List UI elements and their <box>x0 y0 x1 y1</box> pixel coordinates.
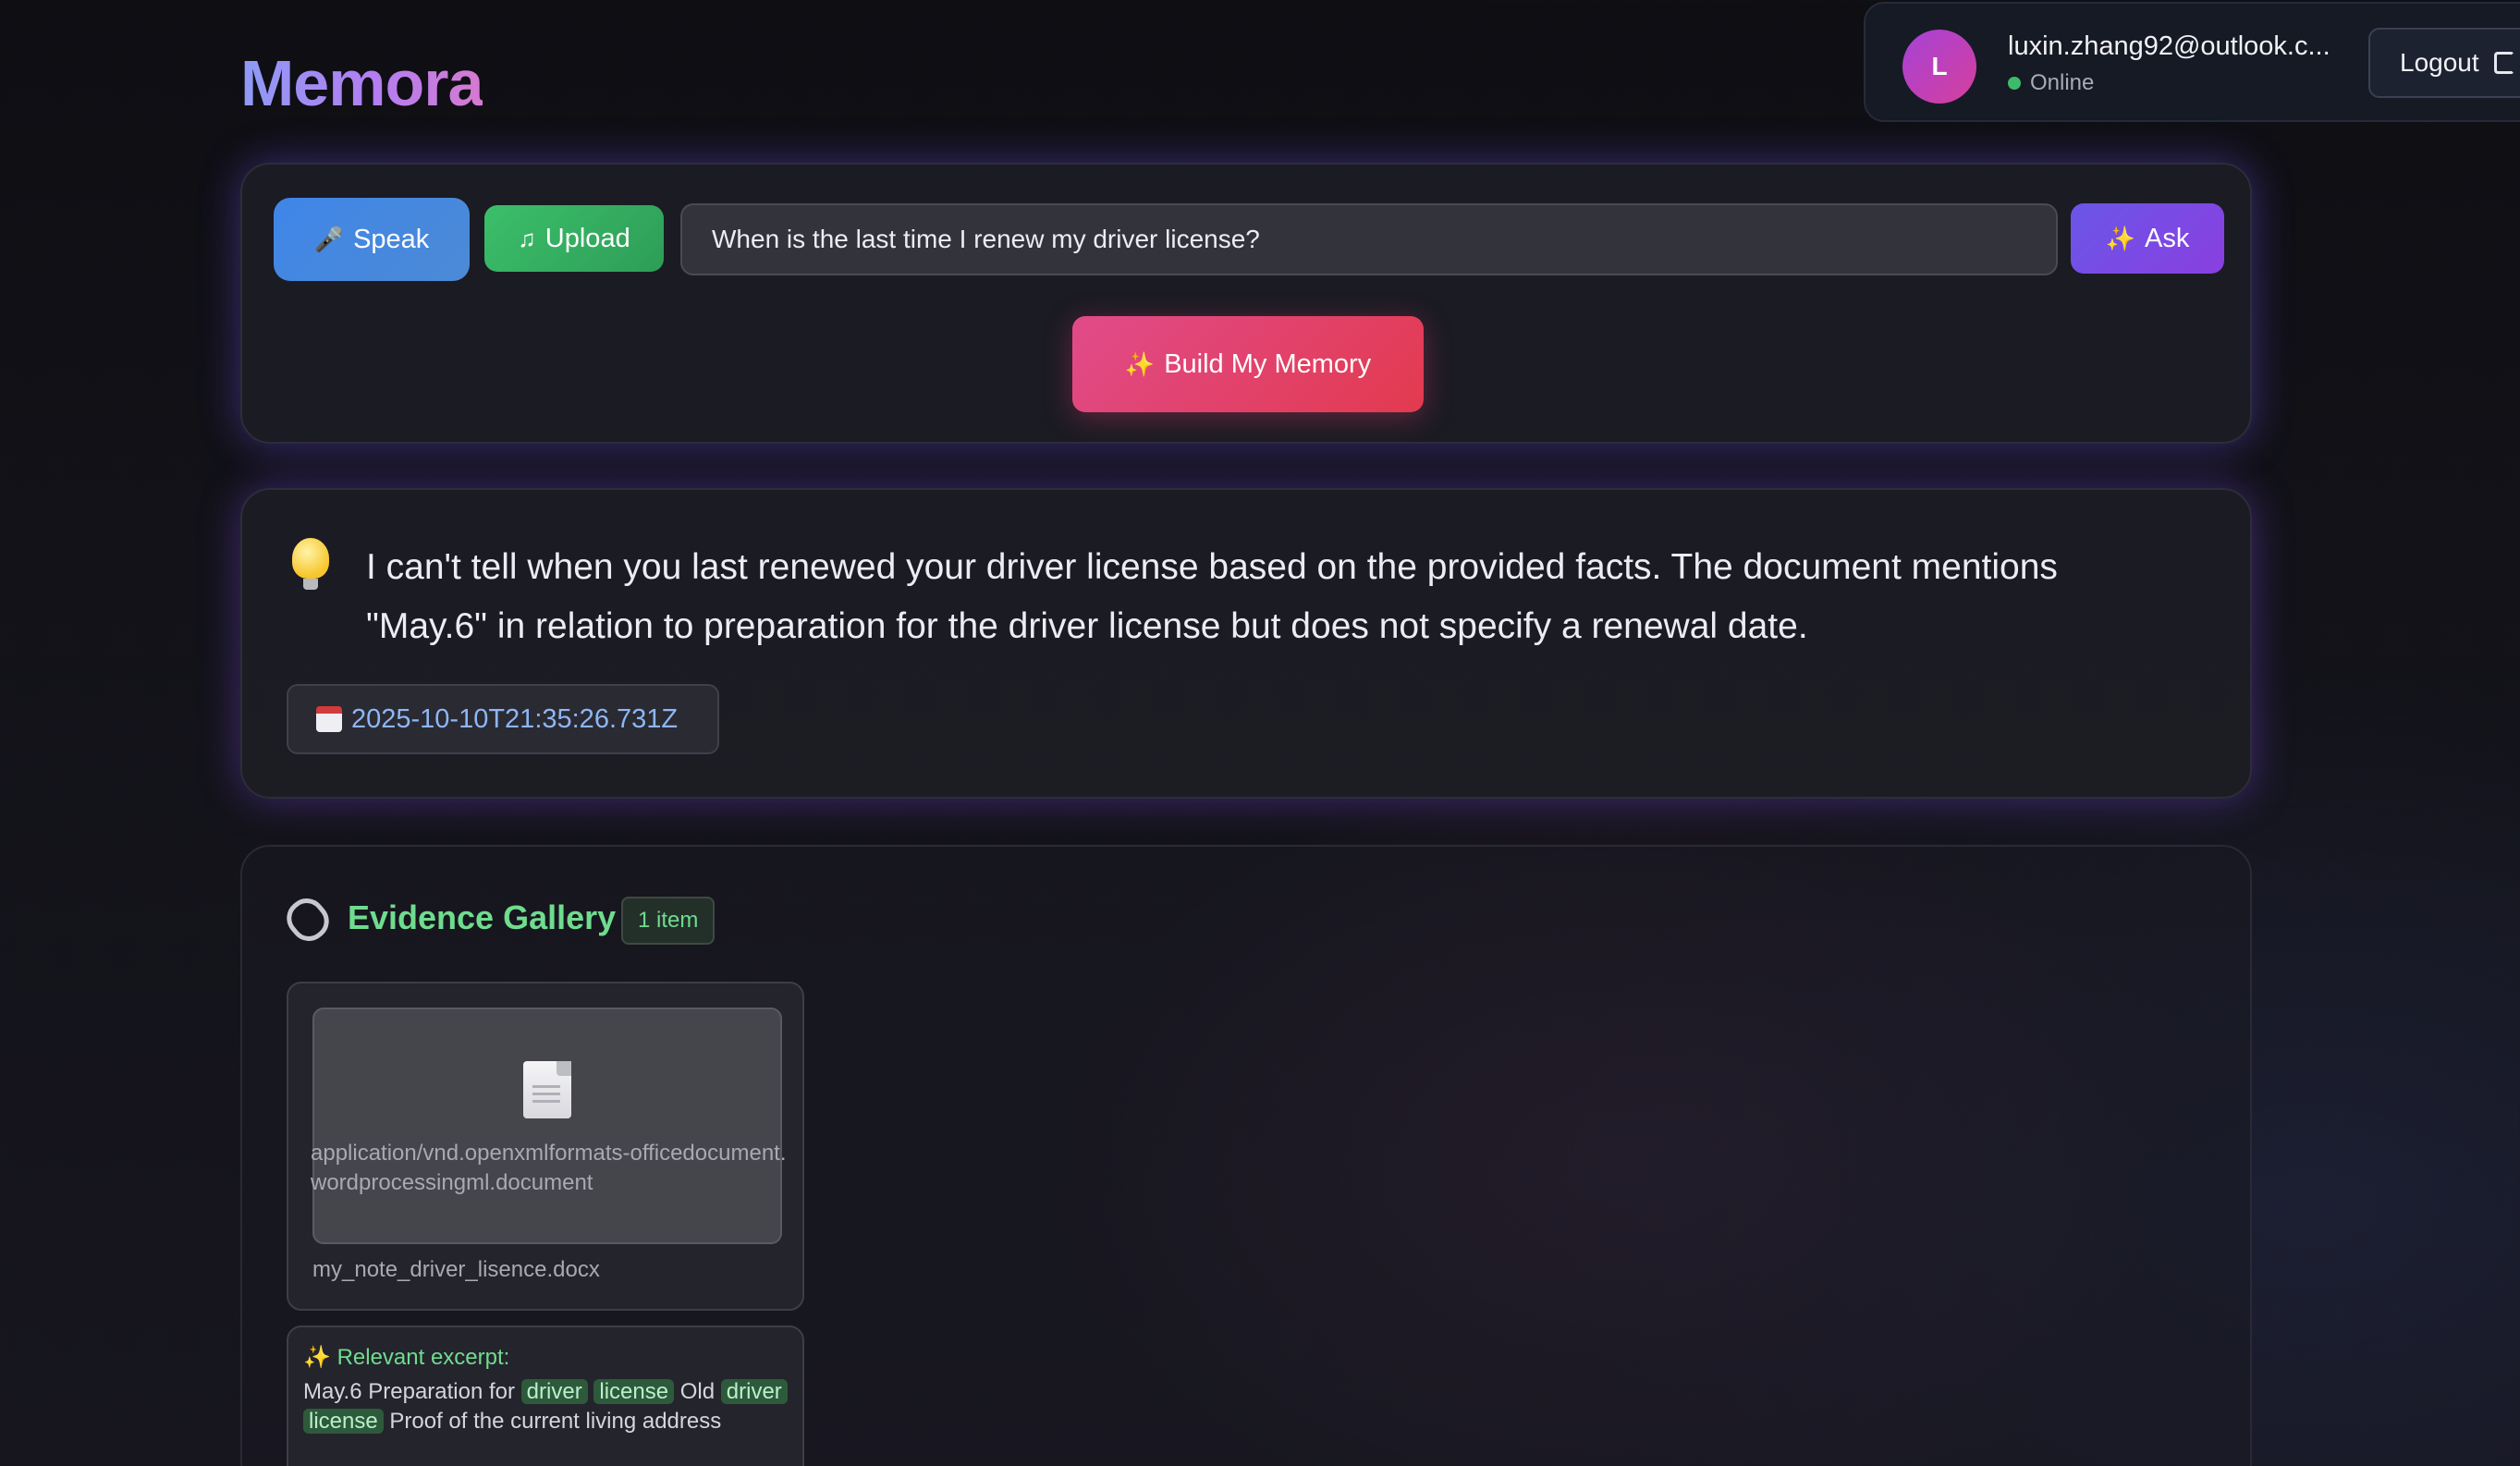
question-input[interactable] <box>680 203 2058 275</box>
build-memory-button[interactable]: ✨ Build My Memory <box>1072 316 1424 412</box>
upload-button[interactable]: ♫ Upload <box>484 205 664 272</box>
timestamp-value: 2025-10-10T21:35:26.731Z <box>351 703 679 734</box>
online-status-icon <box>2008 77 2021 90</box>
ask-label: Ask <box>2145 223 2190 253</box>
highlight-term: driver <box>520 1379 588 1404</box>
evidence-gallery: Evidence Gallery 1 item application/vnd.… <box>240 845 2252 1466</box>
file-name: my_note_driver_lisence.docx <box>312 1257 600 1282</box>
upload-label: Upload <box>544 223 630 253</box>
file-mime-type: application/vnd.openxmlformats-officedoc… <box>311 1141 787 1195</box>
user-status-label: Online <box>2030 70 2095 95</box>
answer-text: I can't tell when you last renewed your … <box>366 547 2058 646</box>
evidence-item[interactable]: application/vnd.openxmlformats-officedoc… <box>287 982 804 1311</box>
excerpt-text: May.6 Preparation for driver license Old… <box>303 1377 793 1436</box>
ask-button[interactable]: ✨ Ask <box>2071 203 2224 274</box>
avatar[interactable]: L <box>1902 30 1976 104</box>
build-memory-label: Build My Memory <box>1164 348 1372 379</box>
evidence-gallery-title: Evidence Gallery <box>348 898 617 936</box>
highlight-term: license <box>303 1409 384 1434</box>
excerpt-text-part: Proof of the current living address <box>383 1409 722 1434</box>
user-status: Online <box>2008 70 2094 96</box>
excerpt-text-part: Old <box>674 1379 721 1404</box>
excerpt-text-part: May.6 Preparation for <box>303 1379 521 1404</box>
calendar-icon <box>316 706 342 732</box>
sparkle-icon: ✨ <box>303 1345 331 1370</box>
document-icon <box>523 1061 571 1118</box>
user-email: luxin.zhang92@outlook.c... <box>2008 31 2330 61</box>
answer-panel: I can't tell when you last renewed your … <box>240 488 2252 799</box>
highlight-term: driver <box>720 1379 788 1404</box>
music-note-icon: ♫ <box>518 224 536 252</box>
lightbulb-icon <box>292 538 329 590</box>
logout-label: Logout <box>2400 48 2479 77</box>
speak-label: Speak <box>353 224 430 254</box>
sparkle-icon: ✨ <box>2105 224 2136 252</box>
app-logo: Memora <box>240 47 483 119</box>
highlight-term: license <box>593 1379 675 1404</box>
query-panel: 🎤 Speak ♫ Upload ✨ Ask ✨ Build My Memory <box>240 163 2252 444</box>
excerpt-title-label: Relevant excerpt: <box>336 1345 510 1370</box>
timestamp-badge: 2025-10-10T21:35:26.731Z <box>287 684 719 754</box>
sparkle-icon: ✨ <box>1124 349 1156 378</box>
paperclip-icon <box>279 890 336 949</box>
excerpt-card: ✨ Relevant excerpt: May.6 Preparation fo… <box>287 1326 804 1466</box>
excerpt-title: ✨ Relevant excerpt: <box>303 1344 509 1371</box>
speak-button[interactable]: 🎤 Speak <box>274 198 470 281</box>
item-count-badge: 1 item <box>621 897 716 945</box>
file-preview[interactable]: application/vnd.openxmlformats-officedoc… <box>311 1008 787 1244</box>
logout-button[interactable]: Logout <box>2368 28 2520 98</box>
logout-icon <box>2493 52 2514 74</box>
microphone-icon: 🎤 <box>313 225 345 253</box>
